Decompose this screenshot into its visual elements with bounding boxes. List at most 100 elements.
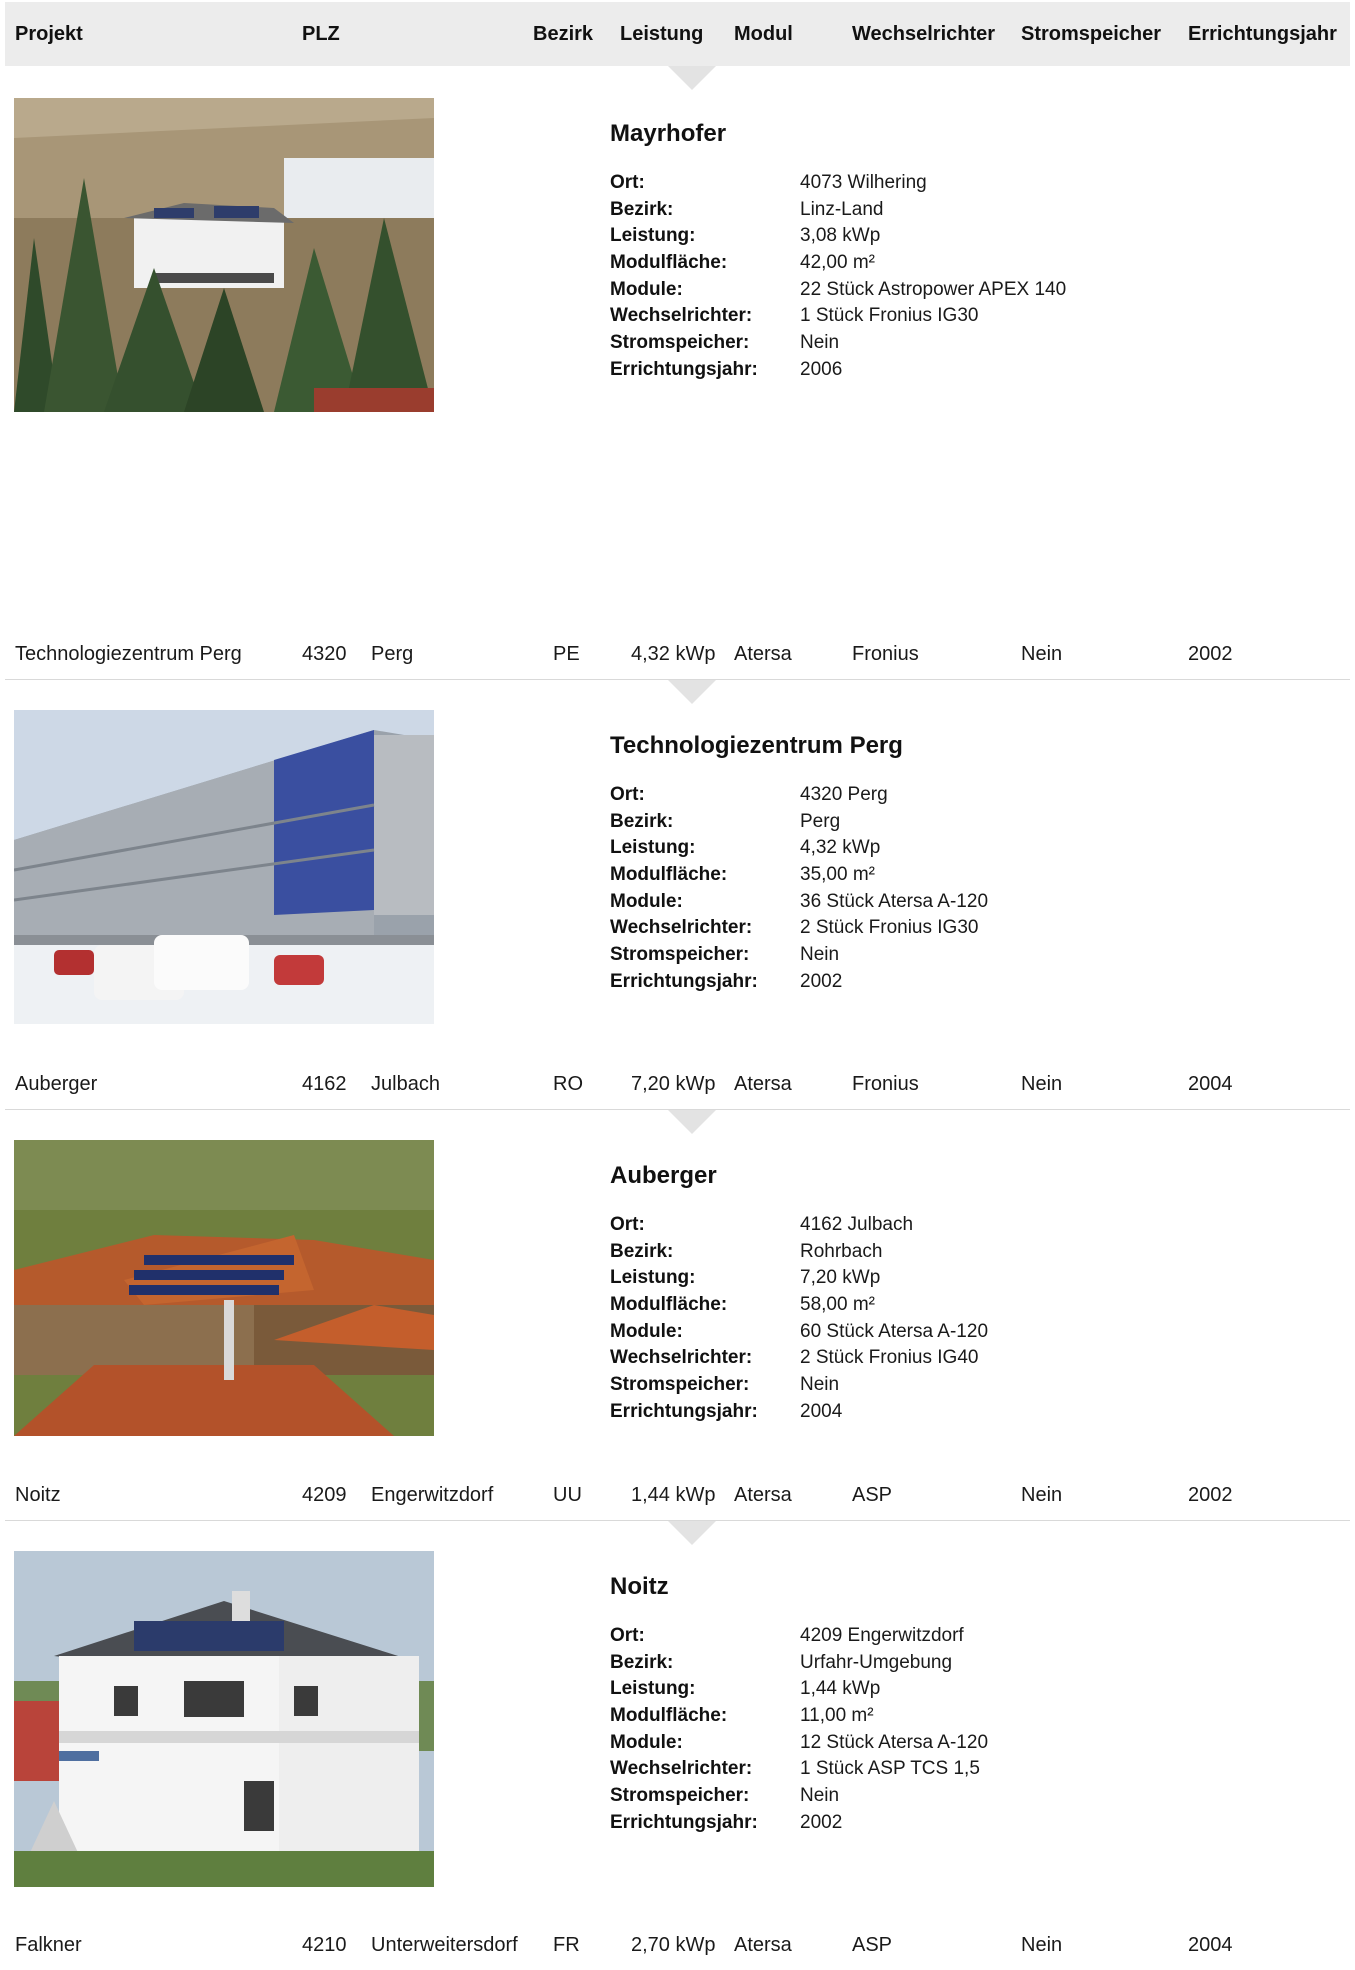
cell-modul: Atersa <box>734 1073 792 1095</box>
label-ort: Ort: <box>610 784 645 805</box>
value-ort: 4209 Engerwitzdorf <box>800 1625 964 1646</box>
value-module: 22 Stück Astropower APEX 140 <box>800 278 1067 300</box>
value-wechselrichter: 2 Stück Fronius IG40 <box>800 1347 979 1369</box>
value-errichtungsjahr: 2006 <box>800 358 843 380</box>
cell-projekt: Auberger <box>15 1073 98 1095</box>
header-modul[interactable]: Modul <box>734 2 793 66</box>
value-module: 60 Stück Atersa A-120 <box>800 1320 989 1342</box>
cell-stromspeicher: Nein <box>1021 1484 1063 1506</box>
label-errichtungsjahr: Errichtungsjahr: <box>610 1400 758 1422</box>
label-modulflaeche: Modulfläche: <box>610 864 728 886</box>
cell-plz: 4320 <box>302 643 347 665</box>
label-ort: Ort: <box>610 1625 645 1646</box>
header-bezirk[interactable]: Bezirk <box>533 2 593 66</box>
value-leistung: 4,32 kWp <box>800 837 881 859</box>
label-wechselrichter: Wechselrichter: <box>610 917 753 939</box>
cell-errichtungsjahr: 2004 <box>1188 1073 1233 1095</box>
value-bezirk: Perg <box>800 810 841 832</box>
value-stromspeicher: Nein <box>800 1785 840 1807</box>
value-modulflaeche: 42,00 m² <box>800 252 875 274</box>
value-leistung: 7,20 kWp <box>800 1267 881 1289</box>
cell-ort: Engerwitzdorf <box>371 1484 494 1506</box>
cell-ort: Unterweitersdorf <box>371 1934 518 1956</box>
project-photo <box>14 98 434 412</box>
header-stromspeicher[interactable]: Stromspeicher <box>1021 2 1161 66</box>
cell-projekt: Technologiezentrum Perg <box>15 643 242 665</box>
value-module: 36 Stück Atersa A-120 <box>800 890 989 912</box>
value-bezirk: Urfahr-Umgebung <box>800 1651 953 1673</box>
value-ort: 4162 Julbach <box>800 1214 914 1235</box>
header-leistung[interactable]: Leistung <box>620 2 703 66</box>
table-row[interactable]: Technologiezentrum Perg 4320 Perg PE 4,3… <box>5 629 1350 680</box>
label-bezirk: Bezirk: <box>610 1240 674 1262</box>
label-ort: Ort: <box>610 172 645 193</box>
value-stromspeicher: Nein <box>800 332 840 354</box>
cell-errichtungsjahr: 2002 <box>1188 1484 1233 1506</box>
cell-ort: Perg <box>371 643 414 665</box>
label-wechselrichter: Wechselrichter: <box>610 1758 753 1780</box>
value-errichtungsjahr: 2002 <box>800 970 843 992</box>
label-module: Module: <box>610 1320 683 1342</box>
label-stromspeicher: Stromspeicher: <box>610 1374 750 1396</box>
project-photo <box>14 1551 434 1887</box>
row-expand-notch <box>668 1110 716 1134</box>
table-row[interactable]: Noitz 4209 Engerwitzdorf UU 1,44 kWp Ate… <box>5 1470 1350 1521</box>
cell-modul: Atersa <box>734 643 792 665</box>
row-expand-notch <box>668 1521 716 1545</box>
label-modulflaeche: Modulfläche: <box>610 1705 728 1727</box>
cell-leistung: 7,20 kWp <box>631 1073 716 1095</box>
value-stromspeicher: Nein <box>800 944 840 966</box>
value-wechselrichter: 1 Stück ASP TCS 1,5 <box>800 1758 980 1780</box>
project-properties: Ort: 4162 Julbach Bezirk: Rohrbach Leistun… <box>610 1212 1310 1426</box>
cell-leistung: 4,32 kWp <box>631 643 716 665</box>
cell-errichtungsjahr: 2004 <box>1188 1934 1233 1956</box>
label-module: Module: <box>610 278 683 300</box>
project-photo <box>14 710 434 1024</box>
table-header: Projekt PLZ Bezirk Leistung Modul Wechse… <box>5 2 1350 66</box>
header-errichtungsjahr[interactable]: Errichtungsjahr <box>1188 2 1337 66</box>
cell-stromspeicher: Nein <box>1021 643 1063 665</box>
cell-wechselrichter: Fronius <box>852 643 919 665</box>
row-expand-notch <box>668 680 716 704</box>
table-row[interactable]: Falkner 4210 Unterweitersdorf FR 2,70 kW… <box>5 1920 1350 1970</box>
value-errichtungsjahr: 2004 <box>800 1400 843 1422</box>
row-expand-notch <box>668 66 716 90</box>
value-ort: 4073 Wilhering <box>800 172 927 193</box>
cell-wechselrichter: ASP <box>852 1934 893 1956</box>
value-leistung: 1,44 kWp <box>800 1678 881 1700</box>
cell-stromspeicher: Nein <box>1021 1934 1063 1956</box>
project-photo <box>14 1140 434 1436</box>
value-modulflaeche: 58,00 m² <box>800 1294 875 1316</box>
cell-projekt: Falkner <box>15 1934 82 1956</box>
label-stromspeicher: Stromspeicher: <box>610 944 750 966</box>
header-wechselrichter[interactable]: Wechselrichter <box>852 2 995 66</box>
cell-wechselrichter: Fronius <box>852 1073 919 1095</box>
label-ort: Ort: <box>610 1214 645 1235</box>
project-title: Noitz <box>610 1573 669 1600</box>
label-errichtungsjahr: Errichtungsjahr: <box>610 1811 758 1833</box>
label-wechselrichter: Wechselrichter: <box>610 305 753 327</box>
project-title: Auberger <box>610 1162 717 1189</box>
cell-projekt: Noitz <box>15 1484 61 1506</box>
project-properties: Ort: 4073 Wilhering Bezirk: Linz-Land Leis… <box>610 170 1310 384</box>
header-plz[interactable]: PLZ <box>302 2 340 66</box>
value-bezirk: Linz-Land <box>800 198 884 220</box>
label-leistung: Leistung: <box>610 1678 696 1700</box>
cell-plz: 4162 <box>302 1073 347 1095</box>
value-modulflaeche: 35,00 m² <box>800 864 875 886</box>
project-properties: Ort: 4320 Perg Bezirk: Perg Leistung: 4,32 … <box>610 782 1310 996</box>
value-errichtungsjahr: 2002 <box>800 1811 843 1833</box>
cell-bezirk: RO <box>553 1073 583 1095</box>
cell-errichtungsjahr: 2002 <box>1188 643 1233 665</box>
label-stromspeicher: Stromspeicher: <box>610 332 750 354</box>
table-row[interactable]: Auberger 4162 Julbach RO 7,20 kWp Atersa… <box>5 1059 1350 1110</box>
label-leistung: Leistung: <box>610 1267 696 1289</box>
header-projekt[interactable]: Projekt <box>15 2 83 66</box>
value-modulflaeche: 11,00 m² <box>800 1705 874 1727</box>
label-errichtungsjahr: Errichtungsjahr: <box>610 970 758 992</box>
value-module: 12 Stück Atersa A-120 <box>800 1731 989 1753</box>
label-errichtungsjahr: Errichtungsjahr: <box>610 358 758 380</box>
cell-modul: Atersa <box>734 1934 792 1956</box>
cell-plz: 4210 <box>302 1934 347 1956</box>
label-modulflaeche: Modulfläche: <box>610 252 728 274</box>
